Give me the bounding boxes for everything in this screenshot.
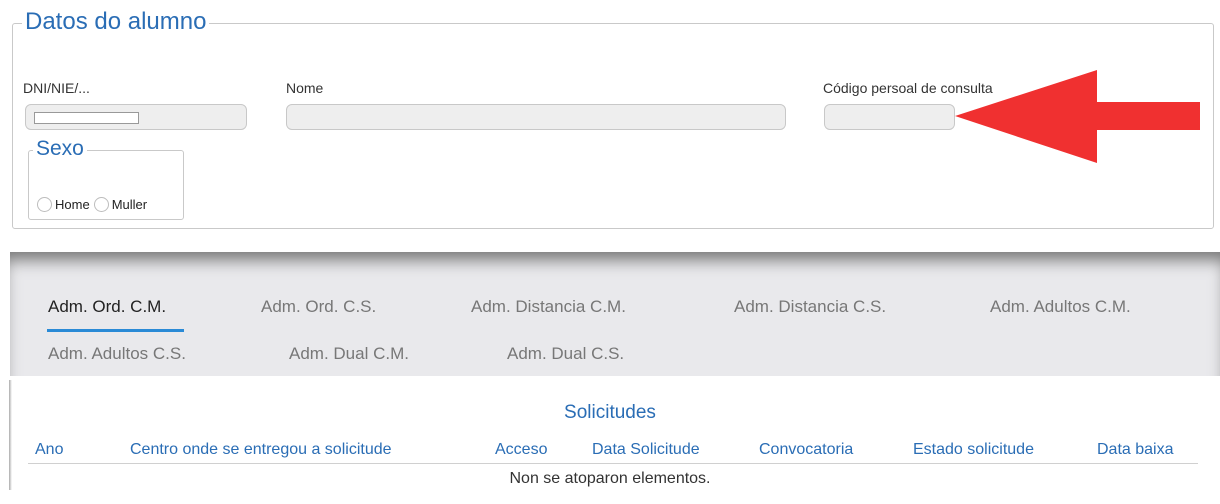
solicitudes-title: Solicitudes — [564, 402, 656, 423]
tab-adm-adultos-cs[interactable]: Adm. Adultos C.S. — [48, 344, 186, 364]
annotation-arrow-icon — [955, 70, 1200, 163]
column-header-ano[interactable]: Ano — [35, 441, 63, 459]
empty-table-message: Non se atoparon elementos. — [509, 470, 711, 487]
column-header-estado-solicitude[interactable]: Estado solicitude — [913, 441, 1034, 459]
tab-adm-dual-cs[interactable]: Adm. Dual C.S. — [507, 344, 624, 364]
column-header-data-baixa[interactable]: Data baixa — [1097, 441, 1174, 459]
dni-label: DNI/NIE/... — [23, 80, 90, 96]
tab-adm-ord-cs[interactable]: Adm. Ord. C.S. — [261, 297, 376, 317]
radio-home[interactable] — [37, 197, 52, 212]
nome-field[interactable] — [286, 104, 786, 130]
column-header-centro[interactable]: Centro onde se entregou a solicitude — [130, 441, 392, 459]
alumno-legend: Datos do alumno — [22, 8, 210, 36]
column-header-acceso[interactable]: Acceso — [495, 441, 547, 459]
radio-home-label: Home — [55, 197, 90, 212]
active-tab-indicator — [47, 329, 184, 332]
sexo-fieldset: Sexo Home Muller — [28, 137, 184, 220]
column-header-convocatoria[interactable]: Convocatoria — [759, 441, 853, 459]
tab-adm-ord-cm[interactable]: Adm. Ord. C.M. — [48, 297, 166, 317]
column-header-data-solicitude[interactable]: Data Solicitude — [592, 441, 700, 459]
tab-adm-distancia-cm[interactable]: Adm. Distancia C.M. — [471, 297, 626, 317]
tab-adm-distancia-cs[interactable]: Adm. Distancia C.S. — [734, 297, 886, 317]
tab-bar: Adm. Ord. C.M. Adm. Ord. C.S. Adm. Dista… — [10, 252, 1220, 376]
sexo-radio-group: Home Muller — [35, 197, 147, 212]
tab-panel: Adm. Ord. C.M. Adm. Ord. C.S. Adm. Dista… — [10, 252, 1220, 376]
annotation-arrow-shape — [955, 70, 1200, 163]
tab-adm-dual-cm[interactable]: Adm. Dual C.M. — [289, 344, 409, 364]
nome-label: Nome — [286, 80, 324, 96]
table-header-divider — [28, 463, 1198, 464]
radio-muller[interactable] — [93, 197, 109, 212]
sexo-legend: Sexo — [33, 137, 87, 161]
dni-field-inner[interactable] — [34, 112, 139, 124]
dni-field[interactable] — [25, 104, 247, 130]
codigo-field[interactable] — [824, 104, 955, 130]
tab-adm-adultos-cm[interactable]: Adm. Adultos C.M. — [990, 297, 1131, 317]
radio-muller-label: Muller — [111, 197, 148, 212]
